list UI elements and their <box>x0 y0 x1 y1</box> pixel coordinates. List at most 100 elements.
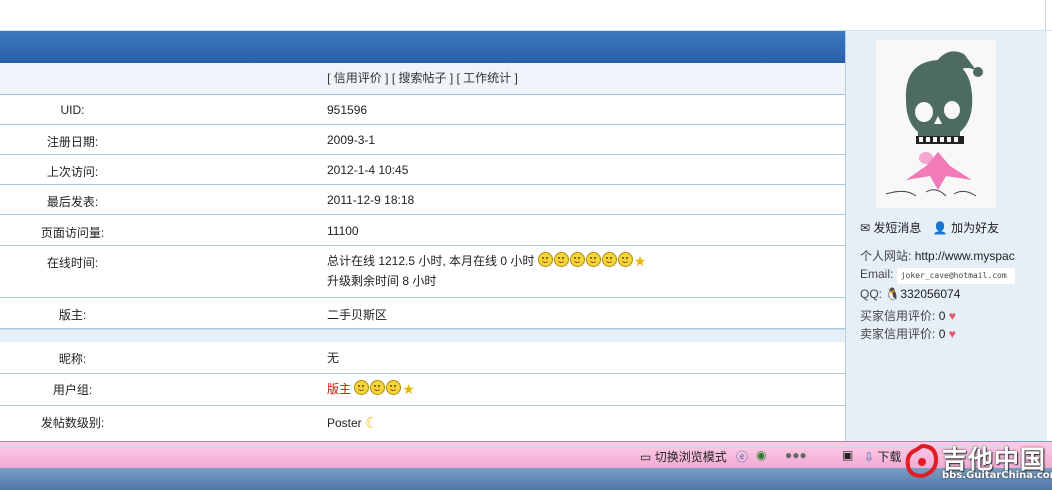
download-arrow-icon: ⇩ <box>864 450 875 464</box>
sidebar-edge <box>1047 31 1052 441</box>
smiley-icon <box>569 252 585 267</box>
sidebar-actions: ✉ 发短消息 👤 加为好友 <box>860 219 999 236</box>
guitar-logo-icon <box>905 443 939 479</box>
taskbar <box>0 468 1052 490</box>
row-value: 版主 ★ <box>327 380 415 398</box>
online-time-text: 总计在线 1212.5 小时, 本月在线 0 小时 <box>327 254 535 268</box>
send-message-label: 发短消息 <box>873 221 922 235</box>
row-page-views: 页面访问量: 11100 <box>0 215 845 246</box>
seller-credit-label: 卖家信用评价: <box>860 327 936 341</box>
row-label: 发帖数级别: <box>40 416 105 430</box>
row-value: Poster ☾ <box>327 414 378 432</box>
row-nickname: 昵称: 无 <box>0 342 845 374</box>
send-message-button[interactable]: ✉ 发短消息 <box>860 221 925 235</box>
row-value: 二手贝斯区 <box>327 308 388 322</box>
star-icon: ★ <box>402 381 415 397</box>
profile-header-bar <box>0 31 845 63</box>
row-last-visit: 上次访问: 2012-1-4 10:45 <box>0 155 845 185</box>
profile-sidebar: ✉ 发短消息 👤 加为好友 个人网站: http://www.myspac Em… <box>845 31 1052 441</box>
row-label: 版主: <box>58 308 87 322</box>
row-value: 总计在线 1212.5 小时, 本月在线 0 小时 ★ 升级剩余时间 8 小时 <box>327 252 646 289</box>
moon-icon: ☾ <box>365 415 379 432</box>
row-label: 昵称: <box>58 352 87 366</box>
work-stats-link[interactable]: [ 工作统计 ] <box>457 71 518 85</box>
toggle-switch-icon[interactable]: ●●● <box>785 448 807 462</box>
row-user-group: 用户组: 版主 ★ <box>0 374 845 406</box>
row-post-level: 发帖数级别: Poster ☾ <box>0 406 845 440</box>
smiley-icon <box>601 252 617 267</box>
row-value: 无 <box>327 351 340 365</box>
smiley-icon <box>553 252 569 267</box>
seller-credit-line: 卖家信用评价: 0 ♥ <box>860 325 956 342</box>
smiley-icon <box>386 380 402 395</box>
credit-link[interactable]: [ 信用评价 ] <box>327 71 388 85</box>
add-friend-button[interactable]: 👤 加为好友 <box>933 221 999 235</box>
top-strip-edge <box>1045 0 1052 30</box>
buyer-credit-value: 0 <box>938 309 946 323</box>
row-register-date: 注册日期: 2009-3-1 <box>0 125 845 155</box>
user-group-name: 版主 <box>327 382 352 396</box>
search-posts-link[interactable]: [ 搜索帖子 ] <box>392 71 453 85</box>
row-value: 11100 <box>327 224 359 238</box>
smiley-icon <box>370 380 386 395</box>
post-level-text: Poster <box>327 416 362 430</box>
smiley-icon <box>354 380 370 395</box>
download-button[interactable]: ⇩ 下载 <box>864 448 901 465</box>
switch-mode-button[interactable]: ▭ 切换浏览模式 <box>640 448 727 465</box>
row-value: 951596 <box>327 103 368 117</box>
online-time-line: 总计在线 1212.5 小时, 本月在线 0 小时 ★ <box>327 252 646 270</box>
qq-value: 332056074 <box>900 287 961 301</box>
row-label: 最后发表: <box>46 195 99 209</box>
envelope-icon: ✉ <box>860 221 871 235</box>
row-last-post: 最后发表: 2011-12-9 18:18 <box>0 185 845 215</box>
row-label: UID: <box>60 103 85 117</box>
email-label: Email: <box>860 267 894 281</box>
download-label: 下载 <box>877 450 902 464</box>
seller-credit-value: 0 <box>938 327 946 341</box>
row-uid: UID: 951596 <box>0 95 845 125</box>
row-label: 在线时间: <box>46 256 99 270</box>
website-line: 个人网站: http://www.myspac <box>860 247 1015 264</box>
buyer-credit-line: 买家信用评价: 0 ♥ <box>860 307 956 324</box>
row-label: 用户组: <box>52 383 93 397</box>
row-label: 注册日期: <box>46 135 99 149</box>
printer-icon[interactable]: ▣ <box>842 448 853 462</box>
row-value: 2009-3-1 <box>327 133 376 147</box>
profile-subnav: [ 信用评价 ] [ 搜索帖子 ] [ 工作统计 ] <box>0 63 845 95</box>
browser-toolbar: ▭ 切换浏览模式 ⓔ ◉ ●●● ▣ ⇩ 下载 <box>0 441 1052 469</box>
add-user-icon: 👤 <box>932 221 948 235</box>
row-value: 2011-12-9 18:18 <box>327 193 415 207</box>
qq-label: QQ: <box>860 287 883 301</box>
avatar <box>876 40 996 208</box>
upgrade-remaining: 升级剩余时间 8 小时 <box>327 274 437 288</box>
smiley-icon <box>585 252 601 267</box>
penguin-icon: 🐧 <box>885 287 901 301</box>
website-link[interactable]: http://www.myspac <box>915 249 1015 263</box>
row-label: 页面访问量: <box>40 226 105 240</box>
buyer-credit-label: 买家信用评价: <box>860 309 936 323</box>
switch-mode-label: 切换浏览模式 <box>654 450 727 464</box>
add-friend-label: 加为好友 <box>951 221 1000 235</box>
qq-line: QQ: 🐧332056074 <box>860 287 960 301</box>
watermark-url: bbs.GuitarChina.com <box>942 470 1052 481</box>
top-strip <box>0 0 1052 31</box>
heart-icon: ♥ <box>948 309 956 323</box>
level-icons: ★ <box>537 252 647 269</box>
website-label: 个人网站: <box>860 249 912 263</box>
star-icon: ★ <box>633 253 647 269</box>
window-icon: ▭ <box>640 450 652 464</box>
skull-avatar-icon <box>876 40 996 208</box>
email-line: Email: joker_cave@hotmail.com <box>860 267 1015 284</box>
row-value: 2012-1-4 10:45 <box>327 163 409 177</box>
site-watermark: 吉他中国 bbs.GuitarChina.com <box>902 440 1052 490</box>
row-moderator: 版主: 二手贝斯区 <box>0 298 845 329</box>
globe-icon[interactable]: ◉ <box>756 448 766 462</box>
ie-icon[interactable]: ⓔ <box>736 448 748 465</box>
heart-icon: ♥ <box>948 327 956 341</box>
row-label: 上次访问: <box>46 165 99 179</box>
smiley-icon <box>617 252 633 267</box>
row-online-time: 在线时间: 总计在线 1212.5 小时, 本月在线 0 小时 ★ 升级剩余时间… <box>0 246 845 298</box>
smiley-icon <box>537 252 553 267</box>
section-divider <box>0 329 845 343</box>
email-value[interactable]: joker_cave@hotmail.com <box>896 268 1015 284</box>
